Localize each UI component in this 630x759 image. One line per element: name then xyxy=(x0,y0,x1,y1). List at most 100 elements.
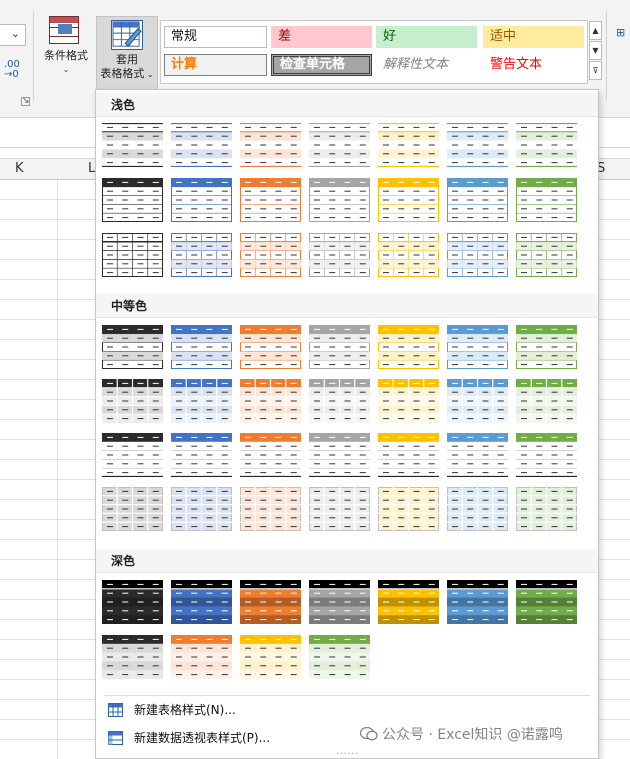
cell-style-check-cell[interactable]: 检查单元格 xyxy=(271,54,372,76)
table-style-med4-green[interactable] xyxy=(516,487,577,531)
cell-style-normal[interactable]: 常规 xyxy=(164,26,267,48)
cell-style-warning[interactable]: 警告文本 xyxy=(483,54,584,76)
table-style-light3-gold[interactable] xyxy=(378,233,439,277)
table-style-light2-orange[interactable] xyxy=(240,178,301,222)
table-style-med1-lightblue[interactable] xyxy=(447,325,508,369)
insert-cells-icon[interactable]: ⊞ xyxy=(616,26,630,50)
grid-line xyxy=(598,419,630,420)
table-style-light3-black[interactable] xyxy=(102,233,163,277)
table-style-med2-blue[interactable] xyxy=(171,379,232,423)
grid-line xyxy=(0,299,100,300)
table-style-light3-lightblue[interactable] xyxy=(447,233,508,277)
format-as-table-button[interactable]: 套用 表格格式 ⌄ xyxy=(96,16,158,96)
grid-line xyxy=(0,399,100,400)
cell-style-good[interactable]: 好 xyxy=(376,26,477,48)
grid-line xyxy=(598,279,630,280)
table-style-light1-black[interactable] xyxy=(102,123,163,167)
table-style-dark1-orange[interactable] xyxy=(240,580,301,624)
table-style-dark2-gold[interactable] xyxy=(240,635,301,679)
table-style-light1-green[interactable] xyxy=(516,123,577,167)
table-style-med4-orange[interactable] xyxy=(240,487,301,531)
table-style-med1-green[interactable] xyxy=(516,325,577,369)
table-style-light1-gray[interactable] xyxy=(309,123,370,167)
table-style-light1-orange[interactable] xyxy=(240,123,301,167)
table-style-light2-black[interactable] xyxy=(102,178,163,222)
cell-style-calculation[interactable]: 计算 xyxy=(164,54,267,76)
table-style-light1-lightblue[interactable] xyxy=(447,123,508,167)
table-style-med4-gold[interactable] xyxy=(378,487,439,531)
table-style-med3-green[interactable] xyxy=(516,433,577,477)
table-style-light1-blue[interactable] xyxy=(171,123,232,167)
decrease-decimal-icon[interactable]: .00 →0 xyxy=(4,60,20,80)
table-style-dark1-blue[interactable] xyxy=(171,580,232,624)
wechat-logo-icon xyxy=(360,727,378,741)
table-style-med4-black[interactable] xyxy=(102,487,163,531)
gallery-scroll-up-icon[interactable]: ▲ xyxy=(589,21,602,40)
table-style-light3-blue[interactable] xyxy=(171,233,232,277)
table-style-dark2-green[interactable] xyxy=(309,635,370,679)
table-style-med2-gray[interactable] xyxy=(309,379,370,423)
new-table-style-label: 新建表格样式(N)... xyxy=(134,703,236,717)
table-style-dark1-lightblue[interactable] xyxy=(447,580,508,624)
grid-line xyxy=(598,699,630,700)
table-style-med3-lightblue[interactable] xyxy=(447,433,508,477)
table-style-med4-blue[interactable] xyxy=(171,487,232,531)
table-style-med1-gray[interactable] xyxy=(309,325,370,369)
table-style-dark1-gray[interactable] xyxy=(309,580,370,624)
grid-line xyxy=(0,419,100,420)
table-style-med1-black[interactable] xyxy=(102,325,163,369)
table-style-light2-lightblue[interactable] xyxy=(447,178,508,222)
section-header-dark: 深色 xyxy=(96,549,598,573)
table-style-light3-green[interactable] xyxy=(516,233,577,277)
menu-divider xyxy=(104,695,590,696)
number-format-combo[interactable]: ⌄ xyxy=(0,24,26,46)
table-style-med3-orange[interactable] xyxy=(240,433,301,477)
grid-line xyxy=(0,219,100,220)
table-style-light1-gold[interactable] xyxy=(378,123,439,167)
grid-line xyxy=(0,559,100,560)
grid-line xyxy=(0,619,100,620)
table-style-med1-orange[interactable] xyxy=(240,325,301,369)
table-style-light3-orange[interactable] xyxy=(240,233,301,277)
table-style-light2-green[interactable] xyxy=(516,178,577,222)
table-style-light2-blue[interactable] xyxy=(171,178,232,222)
table-style-med2-black[interactable] xyxy=(102,379,163,423)
table-style-med2-orange[interactable] xyxy=(240,379,301,423)
table-style-med2-lightblue[interactable] xyxy=(447,379,508,423)
grid-line xyxy=(0,539,100,540)
table-style-light2-gray[interactable] xyxy=(309,178,370,222)
gallery-scroll-down-icon[interactable]: ▼ xyxy=(589,41,602,60)
table-style-med3-black[interactable] xyxy=(102,433,163,477)
table-style-dark1-black[interactable] xyxy=(102,580,163,624)
table-style-light3-gray[interactable] xyxy=(309,233,370,277)
table-style-med1-gold[interactable] xyxy=(378,325,439,369)
format-as-table-label-1: 套用 xyxy=(116,53,138,66)
gallery-more-icon[interactable]: ⊽ xyxy=(589,61,602,80)
grid-line xyxy=(0,739,100,740)
table-style-med3-blue[interactable] xyxy=(171,433,232,477)
table-style-dark1-gold[interactable] xyxy=(378,580,439,624)
new-table-style-menu-item[interactable]: 新建表格样式(N)... xyxy=(96,697,598,723)
dialog-launcher-icon[interactable]: ↘ xyxy=(21,97,30,106)
grid-line xyxy=(598,559,630,560)
resize-grip-icon[interactable]: ...... xyxy=(336,747,359,757)
table-style-dark2-orange[interactable] xyxy=(171,635,232,679)
cell-style-bad[interactable]: 差 xyxy=(271,26,372,48)
table-style-med3-gold[interactable] xyxy=(378,433,439,477)
grid-line xyxy=(0,459,100,460)
grid-line xyxy=(598,479,630,480)
table-style-dark1-green[interactable] xyxy=(516,580,577,624)
column-header-k[interactable]: K xyxy=(15,161,24,176)
cell-style-explanatory[interactable]: 解释性文本 xyxy=(376,54,477,76)
table-style-med4-gray[interactable] xyxy=(309,487,370,531)
table-style-med4-lightblue[interactable] xyxy=(447,487,508,531)
table-style-med2-gold[interactable] xyxy=(378,379,439,423)
conditional-format-button[interactable]: 条件格式 ⌄ xyxy=(38,16,94,77)
grid-line xyxy=(598,259,630,260)
cell-style-neutral[interactable]: 适中 xyxy=(483,26,584,48)
table-style-light2-gold[interactable] xyxy=(378,178,439,222)
table-style-med2-green[interactable] xyxy=(516,379,577,423)
table-style-med1-blue[interactable] xyxy=(171,325,232,369)
table-style-dark2-black[interactable] xyxy=(102,635,163,679)
table-style-med3-gray[interactable] xyxy=(309,433,370,477)
